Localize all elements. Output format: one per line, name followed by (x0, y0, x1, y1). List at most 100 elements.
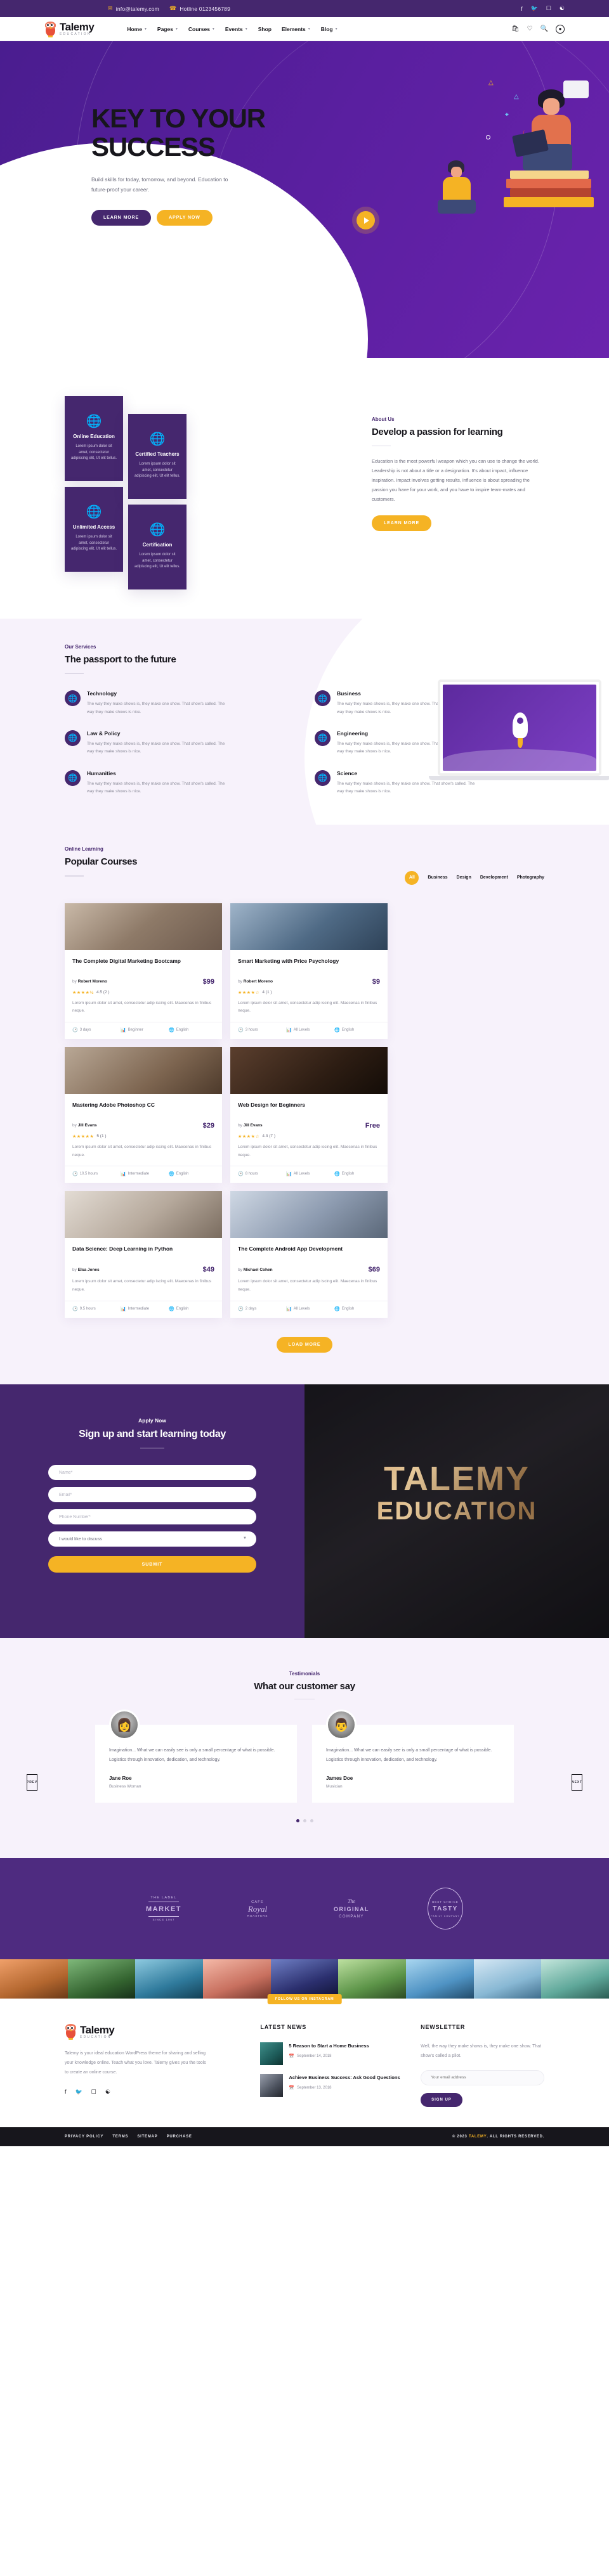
chevron-down-icon: ▼ (143, 27, 147, 31)
footer-socials: f 🐦 ☐ ☯ (65, 2089, 241, 2096)
footer-newsletter-title: NEWSLETTER (421, 2024, 466, 2031)
link-purchase[interactable]: PURCHASE (167, 2135, 192, 2139)
instagram-icon[interactable]: ☐ (546, 5, 551, 12)
course-title: Smart Marketing with Price Psychology (238, 957, 339, 964)
twitter-icon[interactable]: 🐦 (75, 2089, 82, 2096)
link-terms[interactable]: TERMS (112, 2135, 128, 2139)
gallery-image[interactable] (135, 1959, 204, 1999)
link-privacy-policy[interactable]: PRIVACY POLICY (65, 2135, 103, 2139)
author-name: Jill Evans (77, 1123, 97, 1128)
twitter-icon[interactable]: 🐦 (531, 5, 538, 12)
feature-card-certification[interactable]: 🌐 Certification Lorem ipsum dolor sit am… (128, 505, 187, 589)
search-icon[interactable]: 🔍 (540, 25, 548, 32)
brand-logo-original-company[interactable]: The ORIGINAL COMPANY (328, 1886, 375, 1931)
course-language: 🌐 English (334, 1027, 355, 1033)
play-video-button[interactable] (357, 211, 375, 229)
feature-card-online-education[interactable]: 🌐 Online Education Lorem ipsum dolor sit… (65, 396, 123, 481)
filter-design[interactable]: Design (457, 875, 471, 880)
email-contact[interactable]: ✉ info@talemy.com (108, 6, 159, 12)
discuss-select[interactable]: I would like to discuss (48, 1531, 256, 1547)
pagination-dot[interactable] (303, 1819, 306, 1823)
globe-icon: 🌐 (334, 1027, 340, 1033)
globe-icon: 🌐 (65, 730, 81, 746)
nav-menu: Home ▼ Pages ▼ Courses ▼ Events ▼ Shop E… (127, 26, 337, 32)
nav-item-elements[interactable]: Elements ▼ (282, 26, 311, 32)
news-item[interactable]: Achieve Business Success: Ask Good Quest… (260, 2074, 402, 2097)
brand-logo-market[interactable]: THE LABEL MARKET SINCE 1967 (140, 1886, 187, 1931)
link-sitemap[interactable]: SITEMAP (137, 2135, 157, 2139)
course-duration: 🕑 3 days (72, 1027, 91, 1033)
gallery-image[interactable] (406, 1959, 474, 1999)
course-card[interactable]: Smart Marketing with Price Psychology by… (230, 903, 388, 1039)
site-logo[interactable]: Talemy EDUCATION (44, 21, 95, 37)
nav-item-events[interactable]: Events ▼ (225, 26, 248, 32)
about-block: About Us Develop a passion for learning … (357, 396, 565, 589)
copyright: © 2023 TALEMY. ALL RIGHTS RESERVED. (452, 2135, 544, 2139)
gallery-image[interactable] (67, 1959, 136, 1999)
learn-more-button[interactable]: LEARN MORE (91, 210, 152, 226)
gallery-image[interactable] (203, 1959, 271, 1999)
feature-card-certified-teachers[interactable]: 🌐 Certified Teachers Lorem ipsum dolor s… (128, 414, 187, 499)
news-item[interactable]: 5 Reason to Start a Home Business 📅 Sept… (260, 2042, 402, 2066)
news-date: 📅 September 13, 2018 (289, 2085, 332, 2090)
course-level: 📊 Intermediate (121, 1306, 150, 1311)
course-duration: 🕑 3 hours (238, 1027, 258, 1033)
nav-item-home[interactable]: Home ▼ (127, 26, 147, 32)
instagram-icon[interactable]: ☐ (91, 2089, 96, 2096)
testimonial-prev-button[interactable]: PREV (27, 1774, 37, 1791)
heart-icon[interactable]: ♡ (527, 25, 533, 32)
bag-icon[interactable]: 🛍 (511, 25, 520, 32)
load-more-button[interactable]: LOAD MORE (276, 1336, 333, 1353)
submit-button[interactable]: SUBMIT (48, 1556, 256, 1573)
course-card[interactable]: Mastering Adobe Photoshop CC by Jill Eva… (65, 1046, 222, 1183)
course-card[interactable]: Web Design for Beginners by Jill Evans F… (230, 1046, 388, 1183)
nav-item-blog[interactable]: Blog ▼ (321, 26, 338, 32)
newsletter-signup-button[interactable]: SIGN UP (421, 2092, 462, 2107)
course-card[interactable]: Data Science: Deep Learning in Python by… (65, 1191, 222, 1318)
email-input[interactable] (48, 1487, 256, 1503)
service-item-humanities[interactable]: 🌐 Humanities The way they make shows is,… (65, 770, 230, 796)
course-rating: 4.5 (2 ) (96, 990, 110, 995)
pinterest-icon[interactable]: ☯ (560, 5, 565, 12)
name-input[interactable] (48, 1465, 256, 1481)
gallery-image[interactable] (270, 1959, 339, 1999)
newsletter-email-input[interactable] (421, 2070, 544, 2085)
nav-item-courses[interactable]: Courses ▼ (188, 26, 215, 32)
service-item-technology[interactable]: 🌐 Technology The way they make shows is,… (65, 690, 230, 716)
course-card[interactable]: The Complete Digital Marketing Bootcamp … (65, 903, 222, 1039)
course-card[interactable]: The Complete Android App Development by … (230, 1191, 388, 1318)
testimonial-next-button[interactable]: NEXT (572, 1774, 582, 1791)
filter-all[interactable]: All (405, 870, 419, 885)
footer-logo[interactable]: Talemy EDUCATION (65, 2024, 241, 2040)
follow-instagram-badge[interactable]: FOLLOW US ON INSTAGRAM (267, 1994, 342, 2005)
phone-input[interactable] (48, 1509, 256, 1525)
hero-section: △ △ ✚ KEY TO YOUR SUCCESS Build skills f… (0, 41, 609, 358)
facebook-icon[interactable]: f (65, 2089, 67, 2096)
gallery-image[interactable] (541, 1959, 609, 1999)
filter-development[interactable]: Development (480, 875, 508, 880)
gallery-image[interactable] (338, 1959, 407, 1999)
gallery-image[interactable] (473, 1959, 542, 1999)
pagination-dot[interactable] (296, 1819, 299, 1823)
pinterest-icon[interactable]: ☯ (105, 2089, 110, 2096)
gallery-image[interactable] (0, 1959, 68, 1999)
nav-item-pages[interactable]: Pages ▼ (157, 26, 178, 32)
filter-photography[interactable]: Photography (517, 875, 544, 880)
hotline-contact[interactable]: ☎ Hotline 0123456789 (169, 6, 230, 12)
service-item-law-policy[interactable]: 🌐 Law & Policy The way they make shows i… (65, 730, 230, 756)
footer-news-title: LATEST NEWS (260, 2024, 307, 2031)
facebook-icon[interactable]: f (521, 6, 523, 12)
course-title: Data Science: Deep Learning in Python (72, 1246, 173, 1253)
globe-icon: 🌐 (169, 1027, 174, 1033)
apply-now-button[interactable]: APPLY NOW (157, 210, 213, 226)
testimonial-quote: Imagination... What we can easily see is… (109, 1748, 275, 1762)
feature-card-unlimited-access[interactable]: 🌐 Unlimited Access Lorem ipsum dolor sit… (65, 487, 123, 572)
testimonial-pagination (0, 1819, 609, 1823)
brand-logo-cafe-royal[interactable]: CAFE Royal ROASTERS (234, 1886, 281, 1931)
filter-business[interactable]: Business (428, 875, 447, 880)
pagination-dot[interactable] (310, 1819, 313, 1823)
brand-logo-tasty[interactable]: BEST CHOICE TASTY FAMILY COMPANY (422, 1886, 469, 1931)
user-icon[interactable]: ● (556, 24, 565, 34)
about-learn-more-button[interactable]: LEARN MORE (372, 515, 432, 532)
nav-item-shop[interactable]: Shop (258, 26, 272, 32)
